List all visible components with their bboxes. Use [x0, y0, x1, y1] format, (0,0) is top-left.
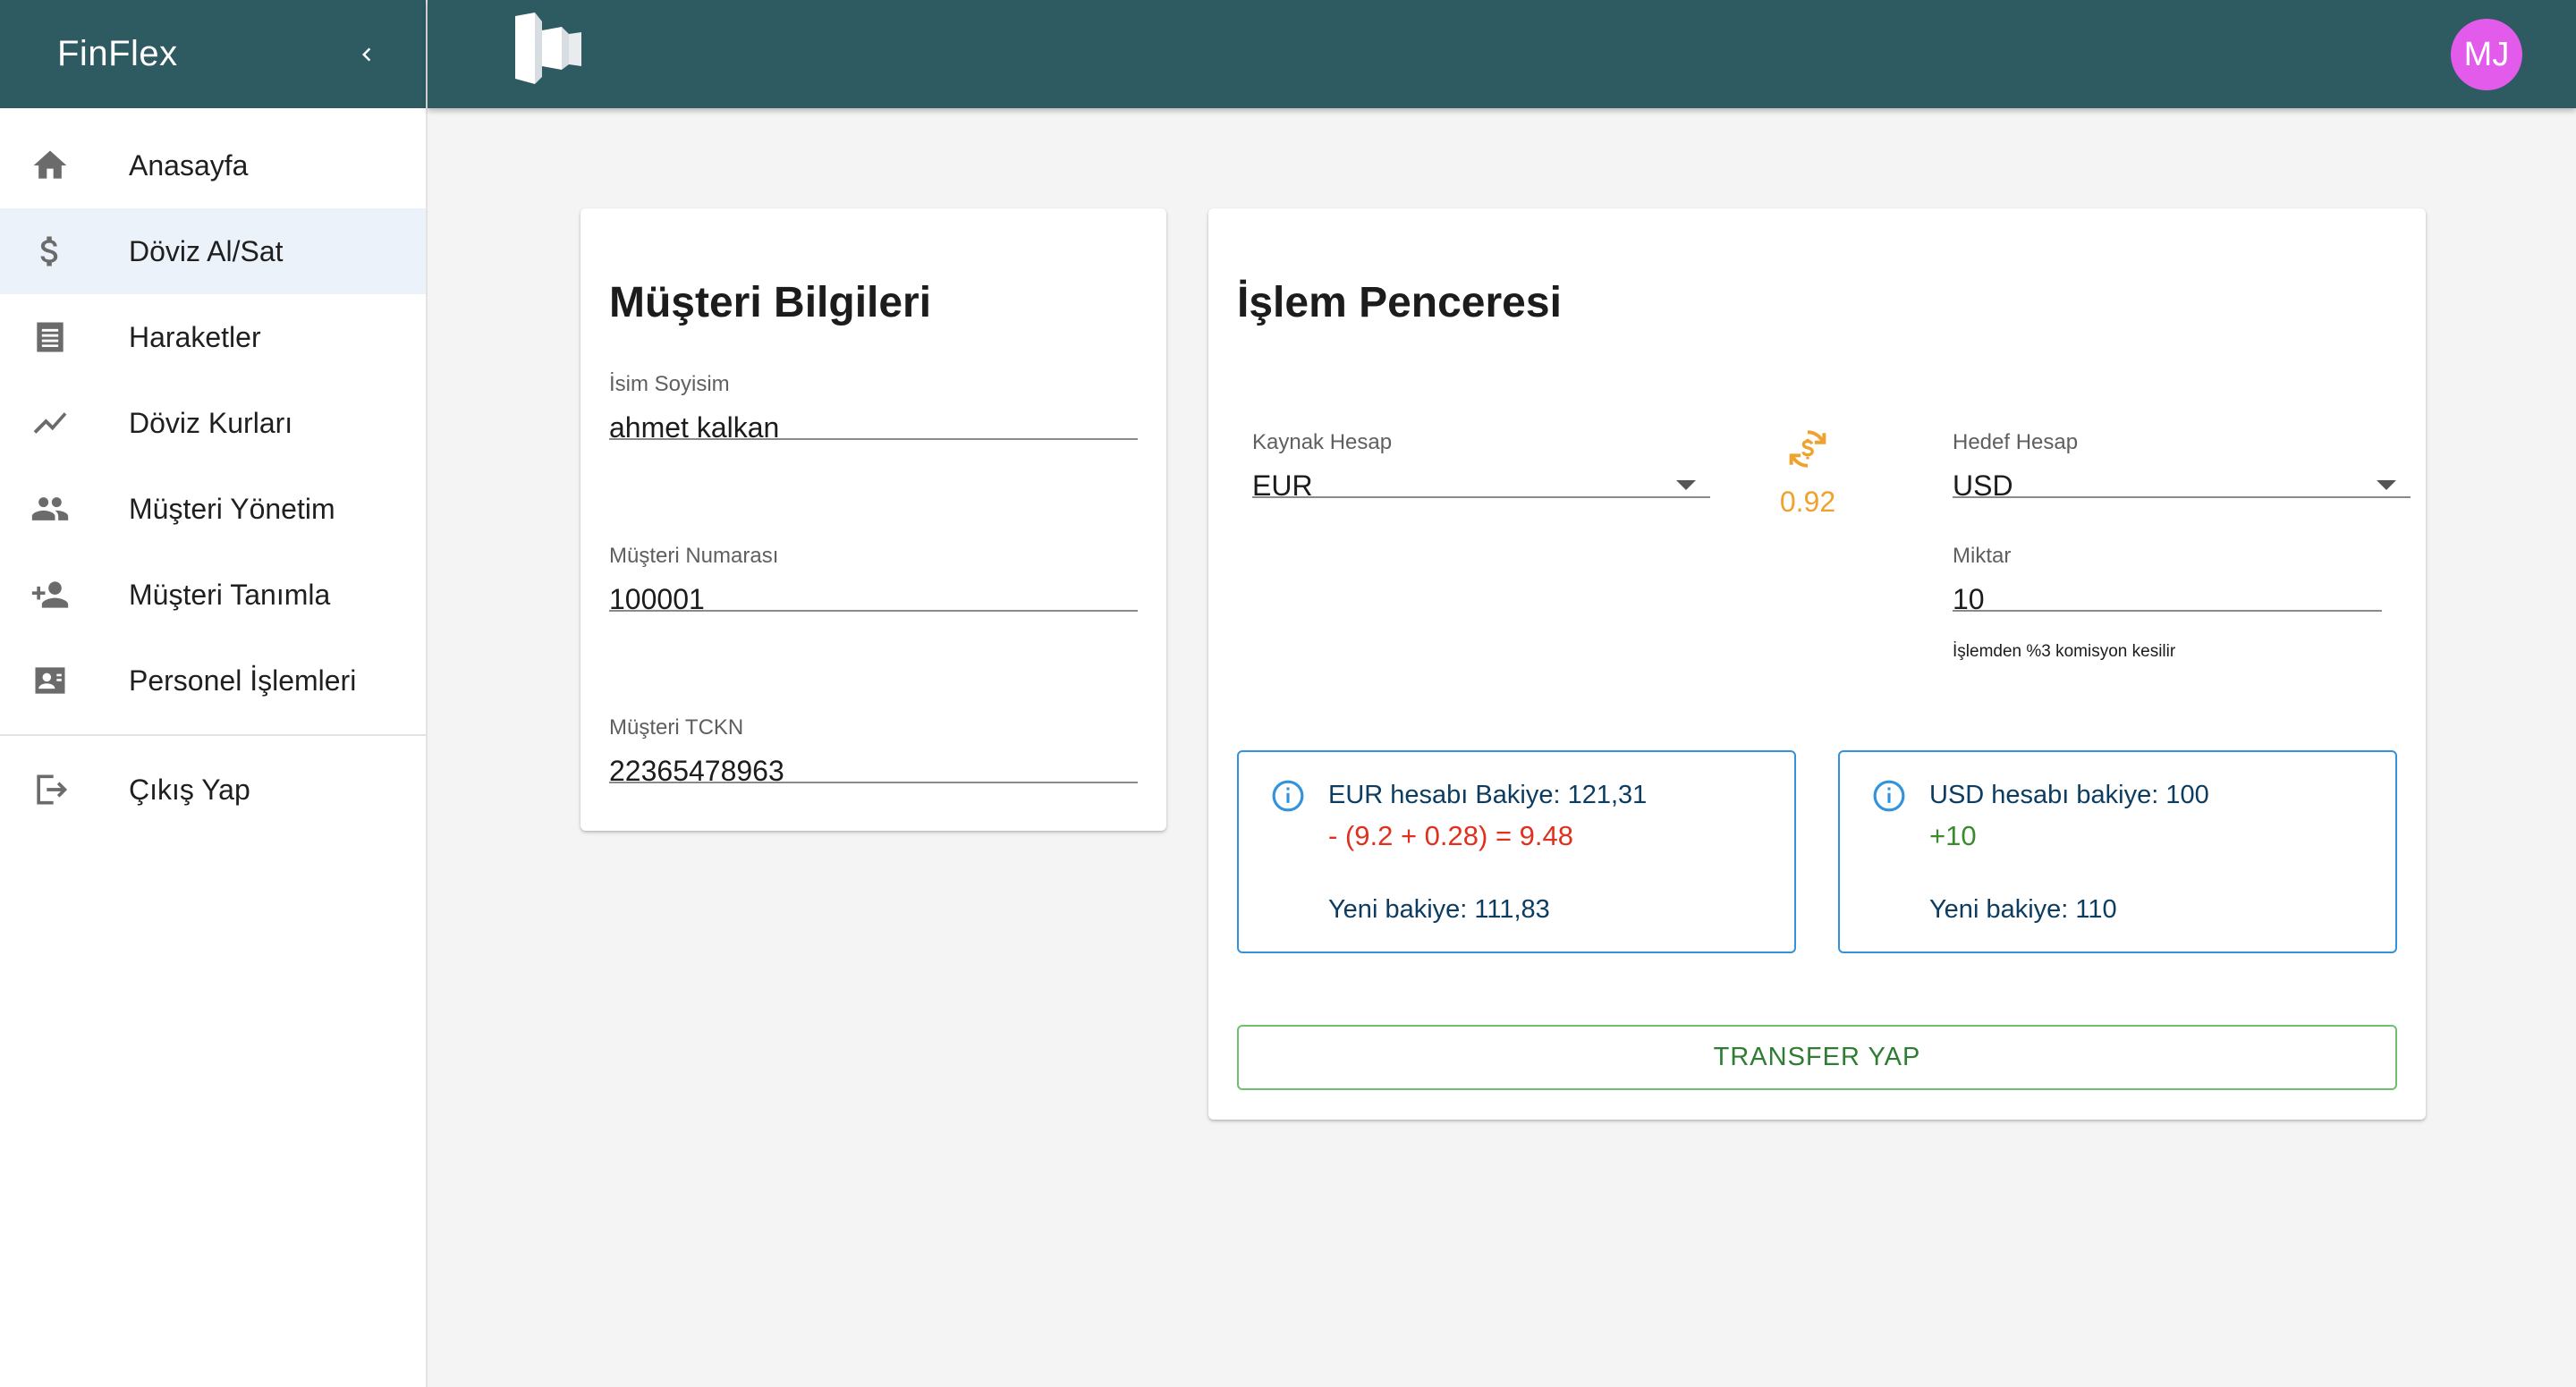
field-label: Kaynak Hesap — [1252, 430, 1393, 454]
amount-helper-text: İşlemden %3 komisyon kesilir — [1953, 642, 2176, 661]
trending-icon — [30, 403, 70, 443]
dropdown-arrow-icon — [2377, 480, 2396, 490]
app-logo-icon — [515, 13, 581, 84]
sidebar-item-anasayfa[interactable]: Anasayfa — [0, 123, 426, 208]
customer-name-field[interactable]: İsim Soyisim ahmet kalkan — [609, 372, 1138, 461]
transfer-button[interactable]: TRANSFER YAP — [1237, 1025, 2397, 1090]
sidebar-header: FinFlex — [0, 0, 426, 108]
target-addition-text: +10 — [1929, 820, 1977, 851]
sidebar-item-label: Müşteri Tanımla — [129, 578, 331, 611]
dropdown-arrow-icon — [1676, 480, 1696, 490]
badge-icon — [30, 661, 70, 700]
top-app-bar: MJ — [428, 0, 2576, 108]
field-underline — [609, 610, 1138, 612]
field-label: Müşteri Numarası — [609, 544, 779, 568]
target-balance-text: USD hesabı bakiye: 100 — [1929, 781, 2209, 809]
field-underline — [609, 438, 1138, 440]
currency-exchange-icon[interactable] — [1785, 427, 1830, 471]
transaction-card-title: İşlem Penceresi — [1237, 279, 1562, 326]
logout-label: Çıkış Yap — [129, 773, 250, 806]
sidebar-nav: Anasayfa Döviz Al/Sat Haraketler Döviz K… — [0, 123, 426, 723]
home-icon — [30, 146, 70, 185]
info-icon — [1873, 780, 1905, 812]
source-deduction-text: - (9.2 + 0.28) = 9.48 — [1328, 820, 1574, 851]
source-balance-info: EUR hesabı Bakiye: 121,31 - (9.2 + 0.28)… — [1237, 750, 1796, 953]
amount-input[interactable]: Miktar 10 İşlemden %3 komisyon kesilir — [1953, 544, 2382, 669]
sidebar-item-label: Anasayfa — [129, 148, 249, 182]
customer-tckn-field[interactable]: Müşteri TCKN 22365478963 — [609, 715, 1138, 805]
user-avatar[interactable]: MJ — [2451, 19, 2522, 90]
sidebar-item-doviz-kurlari[interactable]: Döviz Kurları — [0, 380, 426, 466]
sidebar-item-logout[interactable]: Çıkış Yap — [0, 747, 426, 833]
field-label: Miktar — [1953, 544, 2012, 568]
exchange-rate-value: 0.92 — [1779, 486, 1836, 518]
exchange-rate-indicator: 0.92 — [1754, 427, 1861, 519]
target-balance-info: USD hesabı bakiye: 100 +10 Yeni bakiye: … — [1838, 750, 2397, 953]
sidebar-item-haraketler[interactable]: Haraketler — [0, 294, 426, 380]
target-account-select[interactable]: Hedef Hesap USD — [1953, 430, 2411, 520]
source-balance-text: EUR hesabı Bakiye: 121,31 — [1328, 781, 1648, 809]
field-underline — [1953, 610, 2382, 612]
sidebar-item-label: Döviz Kurları — [129, 406, 293, 439]
logout-icon — [30, 770, 70, 809]
target-new-balance-text: Yeni bakiye: 110 — [1929, 895, 2117, 924]
brand-name: FinFlex — [57, 34, 178, 73]
sidebar-item-personel-islemleri[interactable]: Personel İşlemleri — [0, 638, 426, 723]
source-account-select[interactable]: Kaynak Hesap EUR — [1252, 430, 1710, 520]
source-new-balance-text: Yeni bakiye: 111,83 — [1328, 895, 1550, 924]
customer-info-card: Müşteri Bilgileri İsim Soyisim ahmet kal… — [580, 208, 1166, 831]
sidebar-item-label: Döviz Al/Sat — [129, 234, 284, 267]
sidebar-divider — [0, 734, 426, 736]
field-underline — [1953, 496, 2411, 498]
person-add-icon — [30, 575, 70, 614]
info-icon — [1272, 780, 1304, 812]
sidebar-item-doviz-al-sat[interactable]: Döviz Al/Sat — [0, 208, 426, 294]
sidebar-item-label: Personel İşlemleri — [129, 664, 357, 697]
sidebar: FinFlex Anasayfa Döviz Al/Sat Haraketler — [0, 0, 428, 1387]
sidebar-item-label: Haraketler — [129, 320, 261, 353]
sidebar-item-musteri-yonetim[interactable]: Müşteri Yönetim — [0, 466, 426, 552]
receipt-icon — [30, 317, 70, 357]
dollar-icon — [30, 232, 70, 271]
field-underline — [1252, 496, 1710, 498]
customer-card-title: Müşteri Bilgileri — [609, 279, 932, 326]
field-underline — [609, 782, 1138, 783]
transaction-card: İşlem Penceresi Kaynak Hesap EUR 0.92 He… — [1208, 208, 2426, 1120]
sidebar-item-musteri-tanimla[interactable]: Müşteri Tanımla — [0, 552, 426, 638]
sidebar-item-label: Müşteri Yönetim — [129, 492, 335, 525]
field-label: Müşteri TCKN — [609, 715, 744, 740]
customer-number-field[interactable]: Müşteri Numarası 100001 — [609, 544, 1138, 633]
field-label: Hedef Hesap — [1953, 430, 2079, 454]
field-label: İsim Soyisim — [609, 372, 730, 396]
collapse-sidebar-button[interactable] — [349, 37, 385, 72]
chevron-left-icon — [362, 47, 371, 61]
people-icon — [30, 489, 70, 529]
